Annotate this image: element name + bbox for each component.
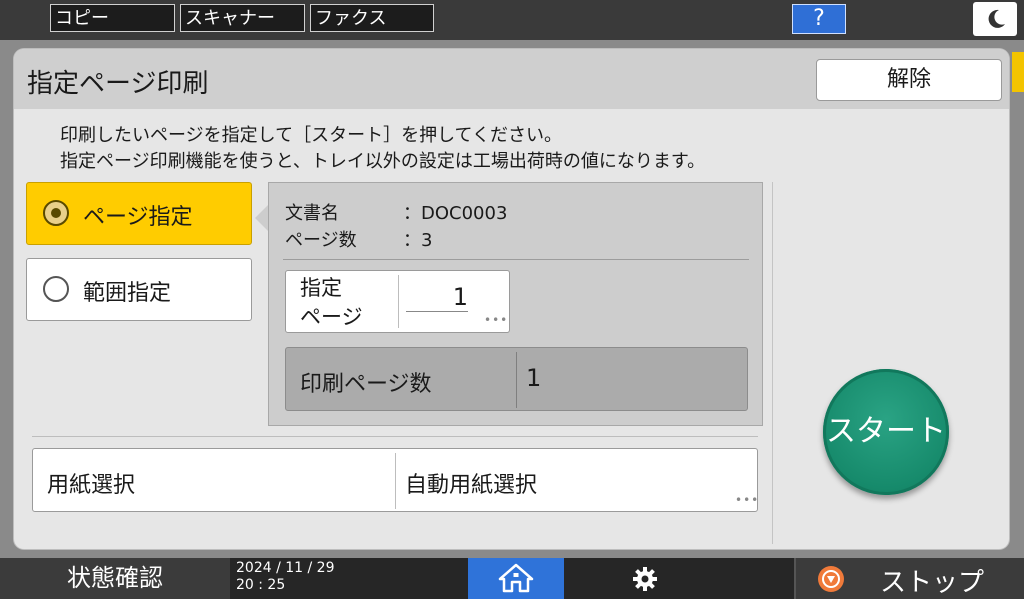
print-page-count-label: 印刷ページ数 — [300, 372, 432, 397]
start-button[interactable]: スタート — [823, 369, 949, 495]
field-divider — [395, 453, 396, 509]
dialog-title: 指定ページ印刷 — [27, 69, 209, 99]
date-text: 2024 / 11 / 29 — [236, 560, 335, 576]
doc-name-label: 文書名 — [285, 203, 339, 224]
option-range-specify[interactable]: 範囲指定 — [26, 258, 252, 321]
print-page-count-value: 1 — [526, 364, 542, 392]
paper-select-field[interactable]: 用紙選択 自動用紙選択 ••• — [32, 448, 758, 512]
option-label: ページ指定 — [83, 205, 193, 230]
option-label: 範囲指定 — [83, 281, 172, 306]
print-page-count-field: 印刷ページ数 1 — [285, 347, 748, 411]
status-check-button[interactable]: 状態確認 — [0, 558, 230, 599]
dialog-header: 指定ページ印刷 解除 — [14, 49, 1009, 109]
specified-page-label: 指定 ページ — [300, 276, 363, 329]
gear-icon — [633, 567, 657, 591]
energy-saver-button[interactable] — [973, 2, 1017, 36]
home-button[interactable] — [468, 558, 564, 599]
page-specify-panel: 文書名 ：DOC0003 ページ数 ：3 指定 ページ 1 ••• 印刷ページ数… — [268, 182, 763, 426]
vertical-divider — [772, 182, 773, 544]
specified-page-field[interactable]: 指定 ページ 1 ••• — [285, 270, 510, 333]
field-divider — [398, 275, 399, 328]
radio-unselected-icon — [43, 276, 69, 302]
paper-select-label: 用紙選択 — [47, 473, 136, 498]
more-icon: ••• — [735, 493, 760, 507]
tab-scanner[interactable]: スキャナー — [180, 4, 305, 32]
tab-copy[interactable]: コピー — [50, 4, 175, 32]
settings-button[interactable] — [632, 566, 658, 596]
tab-fax[interactable]: ファクス — [310, 4, 434, 32]
section-divider — [32, 436, 758, 437]
release-button[interactable]: 解除 — [816, 59, 1002, 101]
specified-page-print-dialog: 指定ページ印刷 解除 印刷したいページを指定して［スタート］を押してください。 … — [14, 49, 1009, 549]
date-time: 2024 / 11 / 29 20 : 25 — [236, 560, 335, 594]
option-page-specify[interactable]: ページ指定 — [26, 182, 252, 245]
instruction-line-1: 印刷したいページを指定して［スタート］を押してください。 — [60, 125, 563, 146]
doc-name-value: ：DOC0003 — [403, 203, 508, 224]
moon-icon — [988, 9, 1005, 28]
page-count-value: ：3 — [403, 230, 433, 251]
help-button[interactable]: ? — [792, 4, 846, 34]
panel-pointer — [255, 204, 269, 232]
panel-divider — [283, 259, 749, 260]
specified-page-value: 1 — [406, 283, 468, 312]
bottom-bar: 状態確認 2024 / 11 / 29 20 : 25 ストップ — [0, 558, 1024, 599]
background-highlight — [1012, 52, 1024, 92]
stop-button[interactable]: ストップ — [794, 558, 1024, 599]
more-icon: ••• — [484, 313, 509, 327]
paper-select-value: 自動用紙選択 — [405, 473, 538, 498]
top-bar: コピー スキャナー ファクス ? — [0, 0, 1024, 40]
stop-icon — [818, 566, 844, 592]
stop-label: ストップ — [880, 568, 985, 598]
field-divider — [516, 352, 517, 408]
home-icon — [498, 563, 534, 593]
radio-selected-icon — [43, 200, 69, 226]
page-count-label: ページ数 — [285, 230, 357, 251]
instruction-line-2: 指定ページ印刷機能を使うと、トレイ以外の設定は工場出荷時の値になります。 — [60, 151, 706, 172]
time-text: 20 : 25 — [236, 577, 286, 593]
